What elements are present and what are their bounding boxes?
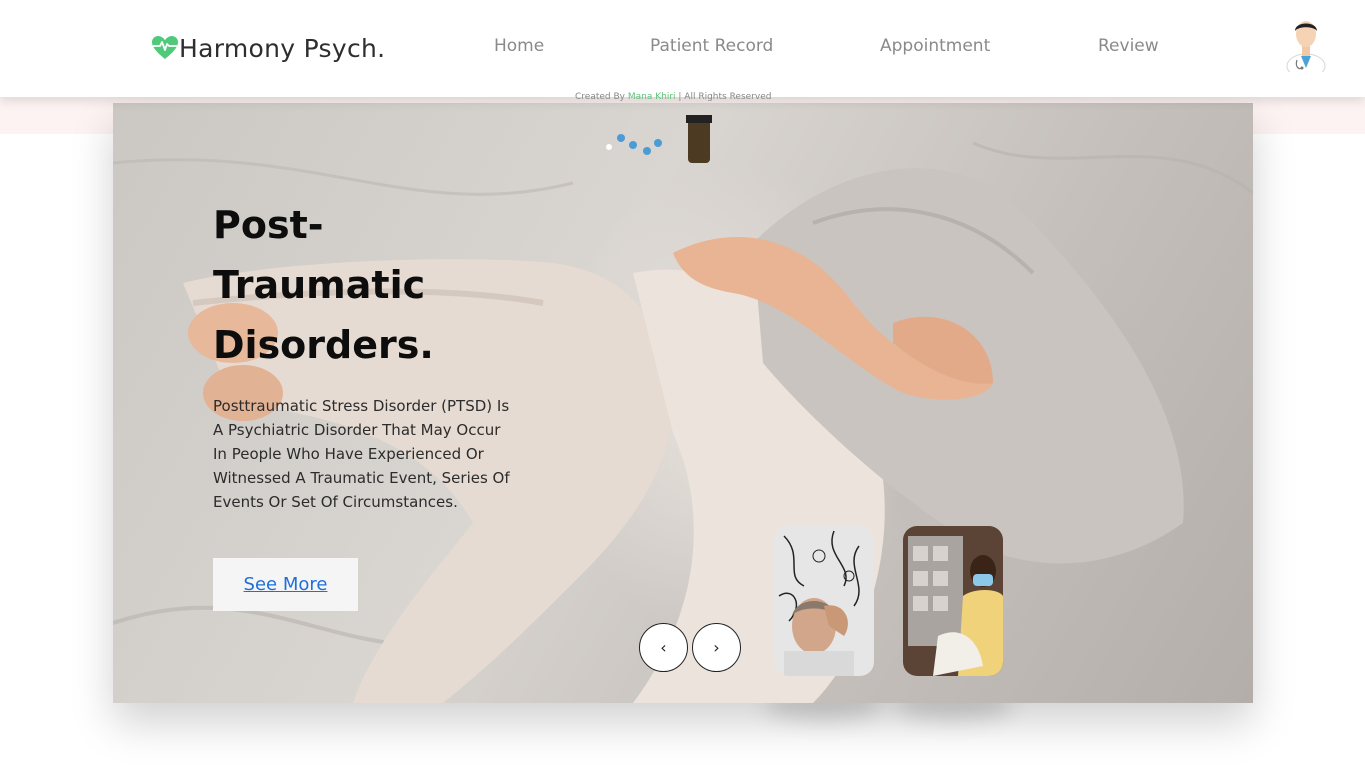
see-more-button[interactable]: See More [213, 558, 358, 611]
nav-patient-record[interactable]: Patient Record [650, 36, 773, 56]
brand-name: Harmony Psych. [179, 33, 386, 63]
masked-woman-image [903, 526, 1003, 676]
prev-slide-button[interactable]: ‹ [639, 623, 688, 672]
credit-prefix: Created By [575, 92, 625, 102]
masked-woman-thumbnail[interactable] [903, 526, 1003, 676]
credit-author-link[interactable]: Mana Khiri [628, 92, 676, 102]
hero-description: Posttraumatic Stress Disorder (PTSD) Is … [213, 397, 510, 511]
chevron-right-icon: › [713, 638, 720, 657]
stressed-man-thumbnail[interactable] [774, 526, 874, 676]
top-navbar: Harmony Psych. Home Patient Record Appoi… [0, 0, 1365, 97]
heart-pulse-icon [152, 36, 178, 59]
stressed-man-image [774, 526, 874, 676]
doctor-avatar-icon[interactable] [1286, 16, 1326, 72]
nav-review[interactable]: Review [1098, 36, 1159, 56]
credit-suffix: | All Rights Reserved [678, 92, 772, 102]
hero-title: Post-Traumatic Disorders. [213, 203, 434, 367]
hero-slide: Post-Traumatic Disorders. Posttraumatic … [113, 103, 1253, 703]
chevron-left-icon: ‹ [660, 638, 667, 657]
nav-home[interactable]: Home [494, 36, 544, 56]
next-slide-button[interactable]: › [692, 623, 741, 672]
nav-appointment[interactable]: Appointment [880, 36, 990, 56]
brand-logo[interactable]: Harmony Psych. [151, 30, 385, 66]
credit-line: Created By Mana Khiri | All Rights Reser… [575, 92, 771, 102]
